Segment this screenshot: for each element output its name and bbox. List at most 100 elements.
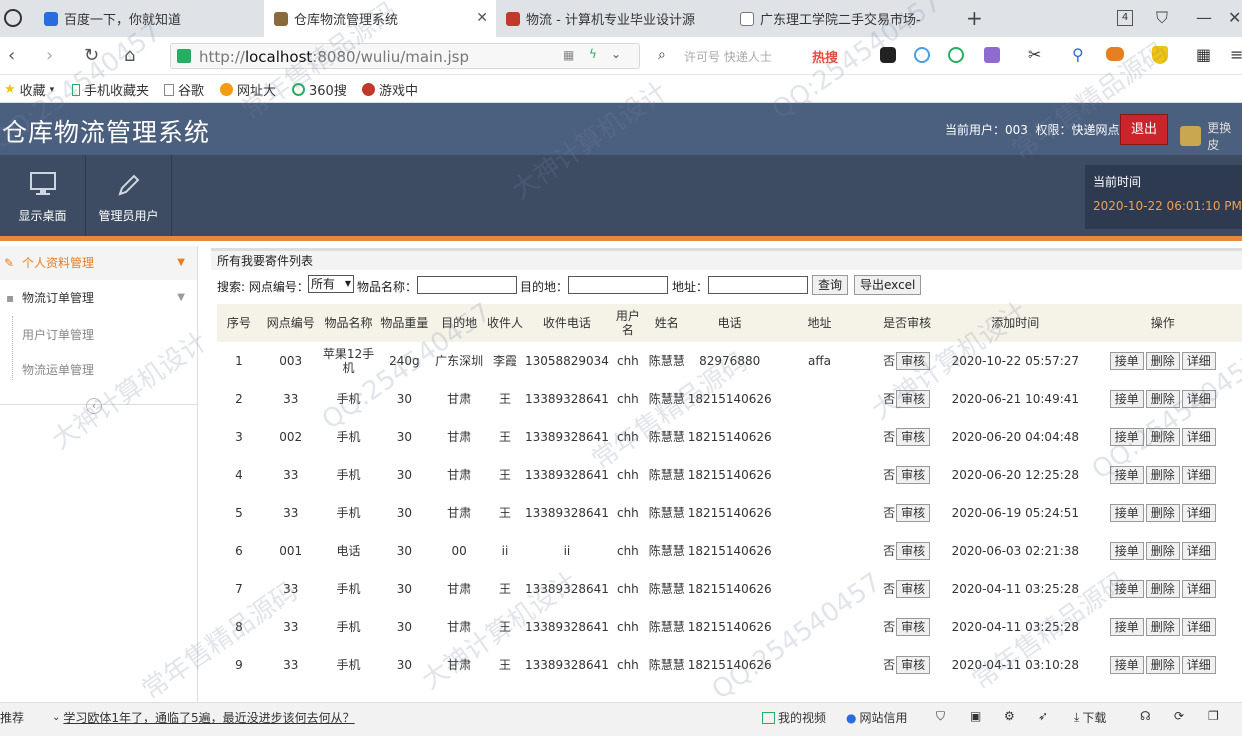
my-video-link[interactable]: 我的视频: [762, 709, 826, 726]
new-tab-icon[interactable]: +: [966, 6, 983, 30]
delete-button[interactable]: 删除: [1145, 580, 1180, 598]
reload-icon[interactable]: ↻: [84, 45, 99, 66]
detail-button[interactable]: 详细: [1181, 542, 1216, 560]
forward-icon[interactable]: ›: [46, 45, 53, 66]
delete-button[interactable]: 删除: [1145, 466, 1180, 484]
audit-button[interactable]: 审核: [896, 618, 931, 636]
tab-baidu[interactable]: 百度一下，你就知道: [34, 0, 264, 37]
bookmark-games[interactable]: 游戏中: [362, 80, 418, 99]
accept-order-button[interactable]: 接单: [1109, 656, 1144, 674]
browser-logo-icon[interactable]: [4, 9, 22, 27]
detail-button[interactable]: 详细: [1181, 428, 1216, 446]
accept-order-button[interactable]: 接单: [1109, 390, 1144, 408]
site-credit-link[interactable]: ● 网站信用: [846, 709, 908, 726]
accept-order-button[interactable]: 接单: [1109, 352, 1144, 370]
tab-count-badge[interactable]: 4: [1117, 10, 1133, 26]
tab-guangdong[interactable]: 广东理工学院二手交易市场-: [730, 0, 956, 37]
audit-button[interactable]: 审核: [896, 656, 931, 674]
bookmark-url-nav[interactable]: 网址大: [220, 80, 276, 99]
audit-button[interactable]: 审核: [896, 352, 931, 370]
sidebar-item-profile[interactable]: ✎ 个人资料管理 ▼: [0, 246, 197, 280]
audit-button[interactable]: 审核: [896, 542, 931, 560]
detail-button[interactable]: 详细: [1181, 466, 1216, 484]
url-text[interactable]: http://localhost:8080/wuliu/main.jsp: [199, 48, 469, 66]
detail-button[interactable]: 详细: [1181, 618, 1216, 636]
bookmark-mobile[interactable]: 手机收藏夹: [72, 80, 149, 99]
audit-button[interactable]: 审核: [896, 580, 931, 598]
back-icon[interactable]: ‹: [8, 45, 15, 66]
game-icon[interactable]: [880, 47, 896, 63]
image-icon[interactable]: ▣: [970, 709, 981, 723]
delete-button[interactable]: 删除: [1145, 618, 1180, 636]
gamepad-icon[interactable]: [1106, 47, 1124, 61]
delete-button[interactable]: 删除: [1145, 542, 1180, 560]
translate-icon[interactable]: [984, 47, 1000, 63]
qr-icon[interactable]: ▦: [563, 48, 574, 62]
delete-button[interactable]: 删除: [1145, 656, 1180, 674]
accept-order-button[interactable]: 接单: [1109, 618, 1144, 636]
address-input[interactable]: [708, 276, 808, 294]
url-field[interactable]: http://localhost:8080/wuliu/main.jsp ▦ ϟ…: [170, 43, 640, 69]
lightning-icon[interactable]: ϟ: [589, 47, 597, 61]
accept-order-button[interactable]: 接单: [1109, 504, 1144, 522]
shield-status-icon[interactable]: ⛉: [936, 709, 945, 724]
detail-button[interactable]: 详细: [1181, 656, 1216, 674]
chevron-down-icon[interactable]: ⌄: [611, 47, 621, 61]
logout-button[interactable]: 退出: [1120, 114, 1168, 145]
detail-button[interactable]: 详细: [1181, 390, 1216, 408]
sync-icon[interactable]: ⟳: [1174, 709, 1184, 723]
delete-button[interactable]: 删除: [1145, 352, 1180, 370]
accept-order-button[interactable]: 接单: [1109, 428, 1144, 446]
scissors-icon[interactable]: ✂: [1028, 45, 1041, 64]
download-link[interactable]: ⤓ 下载: [1074, 709, 1106, 726]
detail-button[interactable]: 详细: [1181, 504, 1216, 522]
rocket-icon[interactable]: ➶: [1038, 709, 1048, 723]
menu-show-desktop[interactable]: 显示桌面: [0, 155, 86, 236]
search-input[interactable]: 许可号 快递人士: [684, 48, 772, 65]
settings-icon[interactable]: ⚙: [1004, 709, 1015, 723]
hot-search-label[interactable]: 热搜: [812, 47, 838, 66]
home-icon[interactable]: ⌂: [124, 45, 135, 66]
sidebar-item-orders[interactable]: ▪ 物流订单管理 ▼: [0, 281, 197, 315]
audit-button[interactable]: 审核: [896, 466, 931, 484]
bookmark-favorites[interactable]: ★ 收藏 ▾: [4, 80, 54, 99]
export-excel-button[interactable]: 导出excel: [854, 275, 922, 295]
delete-button[interactable]: 删除: [1145, 428, 1180, 446]
search-icon[interactable]: ⌕: [658, 47, 666, 63]
switch-skin-button[interactable]: 更换皮: [1180, 119, 1242, 153]
audit-button[interactable]: 审核: [896, 390, 931, 408]
shield-icon[interactable]: [1152, 46, 1168, 64]
chat-icon[interactable]: [948, 47, 964, 63]
detail-button[interactable]: 详细: [1181, 352, 1216, 370]
grid-icon[interactable]: ▦: [1196, 45, 1211, 64]
sidebar-sub-waybills[interactable]: 物流运单管理: [22, 361, 94, 378]
delete-button[interactable]: 删除: [1145, 504, 1180, 522]
tab-wuliu-source[interactable]: 物流 - 计算机专业毕业设计源: [496, 0, 730, 37]
magnifier-icon[interactable]: ⚲: [1072, 45, 1084, 64]
menu-admin-user[interactable]: 管理员用户: [86, 155, 172, 236]
menu-icon[interactable]: ≡: [1230, 45, 1242, 64]
collapse-sidebar-icon[interactable]: ‹: [86, 398, 102, 414]
item-name-input[interactable]: [417, 276, 517, 294]
accept-order-button[interactable]: 接单: [1109, 466, 1144, 484]
accept-order-button[interactable]: 接单: [1109, 542, 1144, 560]
audit-button[interactable]: 审核: [896, 428, 931, 446]
close-window-icon[interactable]: ✕: [1228, 8, 1241, 27]
minus-circle-icon[interactable]: [914, 47, 930, 63]
detail-button[interactable]: 详细: [1181, 580, 1216, 598]
outlet-select[interactable]: 所有 ▼: [308, 275, 354, 293]
audit-button[interactable]: 审核: [896, 504, 931, 522]
tab-warehouse[interactable]: 仓库物流管理系统 ✕: [264, 0, 496, 37]
query-button[interactable]: 查询: [812, 275, 849, 295]
headset-icon[interactable]: ☊: [1140, 709, 1151, 723]
accept-order-button[interactable]: 接单: [1109, 580, 1144, 598]
recommend-label[interactable]: 推荐: [0, 709, 24, 726]
minimize-icon[interactable]: —: [1196, 8, 1212, 27]
delete-button[interactable]: 删除: [1145, 390, 1180, 408]
sidebar-sub-user-orders[interactable]: 用户订单管理: [22, 326, 94, 343]
window-icon[interactable]: ❐: [1208, 709, 1219, 723]
bookmark-360[interactable]: 360搜: [292, 80, 347, 99]
destination-input[interactable]: [568, 276, 668, 294]
search-box[interactable]: ⌕ 许可号 快递人士 热搜: [652, 43, 862, 69]
bookmark-google[interactable]: 谷歌: [164, 80, 204, 99]
